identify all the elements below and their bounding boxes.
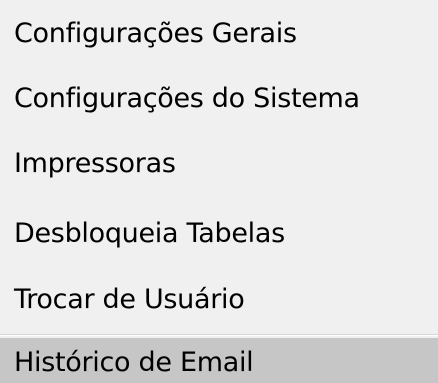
menu-item-historico-de-email[interactable]: Histórico de Email [0, 343, 438, 383]
menu-item-label: Trocar de Usuário [14, 284, 245, 315]
menu-item-trocar-de-usuario[interactable]: Trocar de Usuário [0, 280, 438, 320]
menu-item-label: Configurações do Sistema [14, 83, 360, 114]
menu-item-label: Desbloqueia Tabelas [14, 218, 285, 249]
menu-item-configuracoes-gerais[interactable]: Configurações Gerais [0, 14, 438, 54]
menu-item-label: Configurações Gerais [14, 18, 297, 49]
menu-item-configuracoes-do-sistema[interactable]: Configurações do Sistema [0, 79, 438, 119]
menu-item-desbloqueia-tabelas[interactable]: Desbloqueia Tabelas [0, 214, 438, 254]
menu-item-impressoras[interactable]: Impressoras [0, 144, 438, 184]
menu-item-label: Impressoras [14, 148, 176, 179]
context-menu: Configurações Gerais Configurações do Si… [0, 0, 438, 383]
menu-item-label: Histórico de Email [14, 347, 254, 378]
menu-separator [0, 334, 438, 336]
